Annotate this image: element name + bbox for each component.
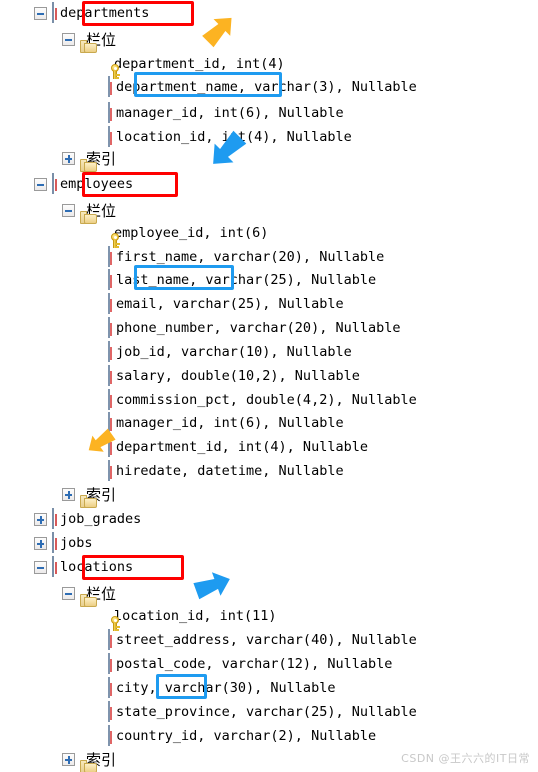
tree-node-emp-first_name[interactable]: first_name, varchar(20), Nullable <box>0 246 538 268</box>
expand-toggle-expanded[interactable] <box>34 560 47 574</box>
tree-node-label: email, varchar(25), Nullable <box>116 296 344 312</box>
tree-node-emp-salary[interactable]: salary, double(10,2), Nullable <box>0 365 538 387</box>
tree-node-label: job_grades <box>60 511 142 527</box>
tree-node-loc-state_province[interactable]: state_province, varchar(25), Nullable <box>0 701 538 723</box>
tree-node-emp-email[interactable]: email, varchar(25), Nullable <box>0 293 538 315</box>
tree-node-emp-fields[interactable]: 栏位 <box>0 199 538 224</box>
tree-node-emp-last_name[interactable]: last_name, varchar(25), Nullable <box>0 269 538 291</box>
tree-node-label: location_id, int(4), Nullable <box>116 129 352 145</box>
tree-node-emp-hiredate[interactable]: hiredate, datetime, Nullable <box>0 460 538 482</box>
tree-node-jobs[interactable]: jobs <box>0 532 538 554</box>
expand-toggle-expanded[interactable] <box>62 32 75 46</box>
tree-node-label: employee_id, int(6) <box>114 225 269 241</box>
tree-node-emp-index[interactable]: 索引 <box>0 483 538 508</box>
expand-toggle-collapsed[interactable] <box>34 536 47 550</box>
tree-node-label: department_name, varchar(3), Nullable <box>116 79 417 95</box>
tree-node-emp-employee_id[interactable]: employee_id, int(6) <box>0 222 538 248</box>
expand-toggle-collapsed[interactable] <box>34 512 47 526</box>
tree-node-label: street_address, varchar(40), Nullable <box>116 632 417 648</box>
tree-node-loc-street_address[interactable]: street_address, varchar(40), Nullable <box>0 629 538 651</box>
tree-node-locations[interactable]: locations <box>0 556 538 578</box>
tree-node-loc-country_id[interactable]: country_id, varchar(2), Nullable <box>0 725 538 747</box>
tree-node-emp-job_id[interactable]: job_id, varchar(10), Nullable <box>0 341 538 363</box>
expand-toggle-collapsed[interactable] <box>62 752 75 766</box>
tree-node-dep-location_id[interactable]: location_id, int(4), Nullable <box>0 126 538 148</box>
tree-node-emp-commission_pct[interactable]: commission_pct, double(4,2), Nullable <box>0 389 538 411</box>
tree-node-dep-fields[interactable]: 栏位 <box>0 28 538 53</box>
tree-node-label: department_id, int(4), Nullable <box>116 439 368 455</box>
tree-node-loc-city[interactable]: city, varchar(30), Nullable <box>0 677 538 699</box>
tree-node-label: hiredate, datetime, Nullable <box>116 463 344 479</box>
tree-node-emp-department_id[interactable]: department_id, int(4), Nullable <box>0 436 538 458</box>
tree-node-emp-phone_number[interactable]: phone_number, varchar(20), Nullable <box>0 317 538 339</box>
tree-node-label: job_id, varchar(10), Nullable <box>116 344 352 360</box>
tree-node-label: last_name, varchar(25), Nullable <box>116 272 377 288</box>
tree-node-dep-manager_id[interactable]: manager_id, int(6), Nullable <box>0 102 538 124</box>
tree-node-departments[interactable]: departments <box>0 2 538 24</box>
expand-toggle-expanded[interactable] <box>62 203 75 217</box>
expand-toggle-collapsed[interactable] <box>62 151 75 165</box>
tree-node-dep-department_id[interactable]: department_id, int(4) <box>0 53 538 79</box>
tree-node-label: employees <box>60 176 134 192</box>
tree-node-label: departments <box>60 5 150 21</box>
tree-node-label: first_name, varchar(20), Nullable <box>116 249 385 265</box>
expand-toggle-expanded[interactable] <box>62 586 75 600</box>
tree-node-loc-location_id[interactable]: location_id, int(11) <box>0 605 538 631</box>
tree-node-label: city, varchar(30), Nullable <box>116 680 336 696</box>
tree-node-label: locations <box>60 559 134 575</box>
tree-node-label: manager_id, int(6), Nullable <box>116 105 344 121</box>
expand-toggle-expanded[interactable] <box>34 6 47 20</box>
tree-node-dep-index[interactable]: 索引 <box>0 147 538 172</box>
tree-node-dep-department_name[interactable]: department_name, varchar(3), Nullable <box>0 76 538 98</box>
expand-toggle-expanded[interactable] <box>34 177 47 191</box>
tree-node-label: phone_number, varchar(20), Nullable <box>116 320 401 336</box>
tree-node-loc-fields[interactable]: 栏位 <box>0 582 538 607</box>
tree-node-label: salary, double(10,2), Nullable <box>116 368 360 384</box>
tree-node-label: commission_pct, double(4,2), Nullable <box>116 392 417 408</box>
tree-node-loc-postal_code[interactable]: postal_code, varchar(12), Nullable <box>0 653 538 675</box>
tree-node-label: country_id, varchar(2), Nullable <box>116 728 377 744</box>
expand-toggle-collapsed[interactable] <box>62 487 75 501</box>
tree-node-label: jobs <box>60 535 93 551</box>
tree-node-label: location_id, int(11) <box>114 608 277 624</box>
tree-node-label: state_province, varchar(25), Nullable <box>116 704 417 720</box>
tree-node-label: department_id, int(4) <box>114 56 285 72</box>
tree-node-employees[interactable]: employees <box>0 173 538 195</box>
csdn-watermark: CSDN @王六六的IT日常 <box>401 752 530 765</box>
tree-node-emp-manager_id[interactable]: manager_id, int(6), Nullable <box>0 412 538 434</box>
tree-node-job_grades[interactable]: job_grades <box>0 508 538 530</box>
tree-node-label: postal_code, varchar(12), Nullable <box>116 656 393 672</box>
database-object-tree[interactable]: departments 栏位 department_id, int(4) depart… <box>0 0 538 772</box>
tree-node-label: manager_id, int(6), Nullable <box>116 415 344 431</box>
